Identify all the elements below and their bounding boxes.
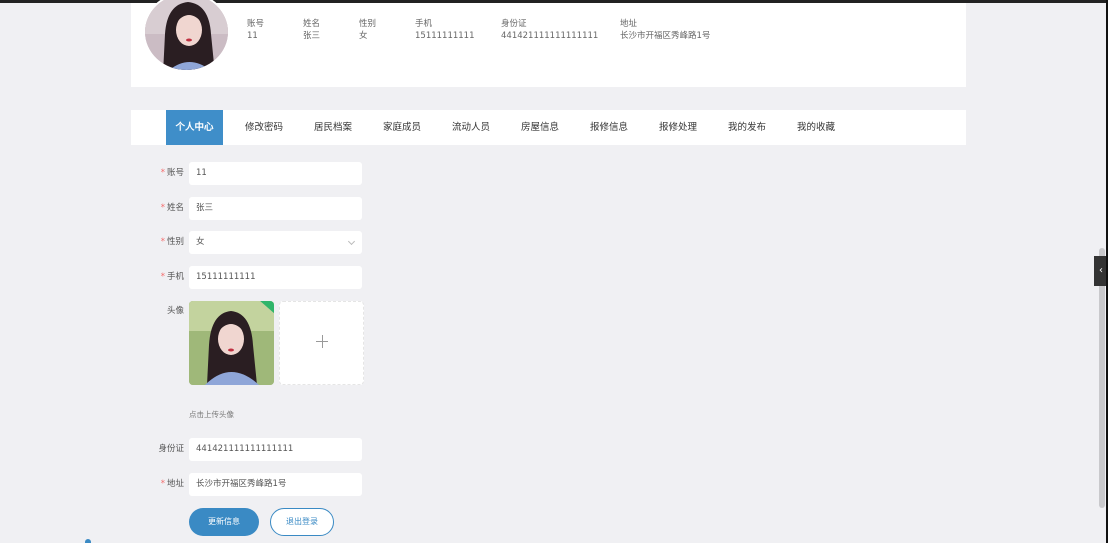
- nav-tab-repair-info[interactable]: 报修信息: [581, 110, 637, 145]
- scrollbar[interactable]: [1099, 248, 1105, 508]
- update-info-button[interactable]: 更新信息: [189, 508, 259, 536]
- profile-field-gender: 性别 女: [359, 18, 376, 42]
- required-mark: *: [160, 272, 165, 282]
- phone-label-text: 手机: [166, 272, 184, 282]
- address-label: * 地址: [140, 473, 184, 496]
- name-label: * 姓名: [140, 197, 184, 220]
- nav-tab-my-favorites[interactable]: 我的收藏: [788, 110, 844, 145]
- nav-tab-house-info[interactable]: 房屋信息: [512, 110, 568, 145]
- nav-tab-floating-population[interactable]: 流动人员: [443, 110, 499, 145]
- chevron-down-icon: [347, 237, 356, 246]
- profile-field-label: 身份证: [501, 19, 527, 29]
- account-label-text: 账号: [166, 168, 184, 178]
- gender-label: * 性别: [140, 231, 184, 254]
- required-mark: *: [160, 479, 165, 489]
- phone-label: * 手机: [140, 266, 184, 289]
- name-label-text: 姓名: [166, 203, 184, 213]
- center-nav-bar: 个人中心 修改密码 居民档案 家庭成员 流动人员 房屋信息 报修信息 报修处理 …: [131, 110, 966, 145]
- required-mark: *: [160, 168, 165, 178]
- profile-field-label: 性别: [359, 19, 377, 29]
- profile-field-value: 长沙市开福区秀峰路1号: [620, 31, 711, 41]
- bottom-indicator: [85, 539, 91, 543]
- idcard-input[interactable]: 441421111111111111: [189, 438, 362, 461]
- gender-select[interactable]: 女: [189, 231, 362, 254]
- address-input[interactable]: 长沙市开福区秀峰路1号: [189, 473, 362, 496]
- nav-tab-my-posts[interactable]: 我的发布: [719, 110, 775, 145]
- upload-hint: 点击上传头像: [189, 410, 234, 419]
- profile-field-value: 15111111111: [415, 31, 475, 41]
- profile-avatar: [143, 0, 230, 72]
- profile-field-label: 手机: [415, 19, 433, 29]
- profile-field-phone: 手机 15111111111: [415, 18, 475, 42]
- profile-field-label: 账号: [247, 19, 265, 29]
- nav-tab-resident-records[interactable]: 居民档案: [305, 110, 361, 145]
- plus-icon-vertical: [322, 335, 323, 348]
- idcard-label: 身份证: [158, 444, 184, 454]
- profile-field-idcard: 身份证 441421111111111111: [501, 18, 598, 42]
- chevron-left-icon: ‹: [1099, 265, 1103, 276]
- gender-label-text: 性别: [166, 237, 184, 247]
- nav-tab-repair-handling[interactable]: 报修处理: [650, 110, 706, 145]
- account-input[interactable]: 11: [189, 162, 362, 185]
- profile-field-label: 姓名: [303, 19, 321, 29]
- logout-button[interactable]: 退出登录: [270, 508, 334, 536]
- nav-tab-family-members[interactable]: 家庭成员: [374, 110, 430, 145]
- gender-select-value: 女: [196, 237, 205, 247]
- account-label: * 账号: [140, 162, 184, 185]
- nav-tab-personal-center[interactable]: 个人中心: [166, 110, 223, 145]
- profile-field-value: 张三: [303, 31, 321, 41]
- uploaded-avatar-thumbnail[interactable]: [189, 301, 274, 385]
- profile-field-value: 女: [359, 31, 368, 41]
- nav-tab-change-password[interactable]: 修改密码: [236, 110, 292, 145]
- profile-summary-card: 账号 11 姓名 张三 性别 女 手机 15111111111 身份证 4414…: [131, 0, 966, 87]
- phone-input[interactable]: 15111111111: [189, 266, 362, 289]
- required-mark: *: [160, 237, 165, 247]
- profile-field-label: 地址: [620, 19, 638, 29]
- avatar-upload-button[interactable]: [279, 301, 364, 385]
- name-input[interactable]: 张三: [189, 197, 362, 220]
- avatar-label: 头像: [166, 306, 184, 316]
- profile-field-value: 441421111111111111: [501, 31, 599, 41]
- required-mark: *: [160, 203, 165, 213]
- profile-field-value: 11: [247, 31, 258, 41]
- profile-field-address: 地址 长沙市开福区秀峰路1号: [620, 18, 710, 42]
- profile-field-name: 姓名 张三: [303, 18, 320, 42]
- profile-field-account: 账号 11: [247, 18, 264, 42]
- address-label-text: 地址: [166, 479, 184, 489]
